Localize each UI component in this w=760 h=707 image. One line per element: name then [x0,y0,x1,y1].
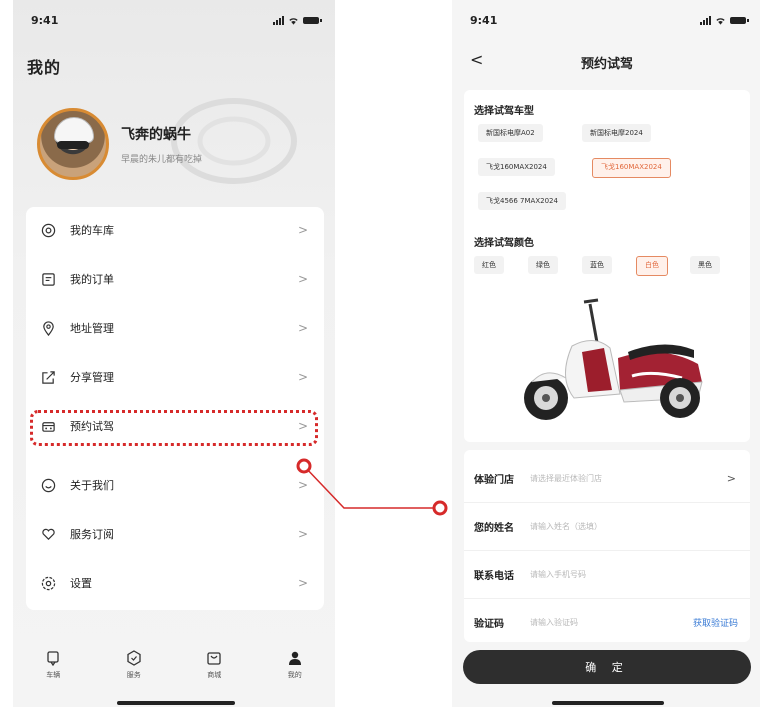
service-tab-icon [127,650,141,666]
avatar-helmet [54,117,94,143]
menu-item-service-subscription[interactable]: 服务订阅 > [26,511,324,557]
color-section-title: 选择试驾颜色 [474,238,534,249]
order-icon [40,271,56,287]
color-option[interactable]: 蓝色 [582,256,612,274]
menu-item-about[interactable]: 关于我们 > [26,462,324,508]
menu-item-label: 关于我们 [70,479,114,492]
tab-label: 我的 [287,671,302,679]
tab-label: 车辆 [46,671,61,679]
wifi-icon [289,17,298,25]
tab-bar: 车辆 服务 商城 我的 [13,640,335,700]
code-label: 验证码 [474,618,504,630]
menu-item-label: 分享管理 [70,371,114,384]
smile-icon [40,477,56,493]
chevron-right-icon: > [297,321,308,335]
signal-icon [700,15,711,25]
code-row: 验证码 请输入验证码 获取验证码 [464,598,750,646]
phone-input[interactable]: 请输入手机号码 [530,569,750,580]
chevron-right-icon: > [297,478,308,492]
nav-bar: < 预约试驾 [452,40,760,84]
model-option[interactable]: 飞戈160MAX2024 [478,158,555,176]
heart-icon [40,526,56,542]
status-time: 9:41 [470,13,498,27]
profile-screen: 9:41 我的 飞奔的蜗牛 早晨的朱儿都有吃掉 我的车库 > 我的订单 > 地址… [13,0,335,707]
wifi-icon [716,17,725,25]
home-indicator [117,701,235,705]
model-section-title: 选择试驾车型 [474,106,534,117]
menu-item-label: 地址管理 [70,322,114,335]
menu-item-address[interactable]: 地址管理 > [26,305,324,351]
submit-button[interactable]: 确 定 [463,650,751,684]
back-arrow-icon[interactable]: < [470,50,483,69]
status-time: 9:41 [31,13,59,27]
name-row: 您的姓名 请输入姓名（选填） [464,502,750,551]
color-option[interactable]: 黑色 [690,256,720,274]
menu-item-label: 服务订阅 [70,528,114,541]
get-code-button[interactable]: 获取验证码 [693,616,738,629]
color-option[interactable]: 绿色 [528,256,558,274]
status-icons [273,15,322,25]
user-subtitle: 早晨的朱儿都有吃掉 [121,155,203,165]
phone-row: 联系电话 请输入手机号码 [464,550,750,599]
page-title: 我的 [27,58,62,77]
test-drive-screen: 9:41 < 预约试驾 选择试驾车型 新国标电摩A02 新国标电摩2024 飞戈… [452,0,760,707]
color-option-selected[interactable]: 白色 [636,256,668,276]
test-drive-highlight [30,410,318,446]
chevron-right-icon: > [297,527,308,541]
profile-tab-icon [288,651,301,665]
model-option[interactable]: 新国标电摩A02 [478,124,543,142]
avatar[interactable] [37,108,109,180]
menu-item-label: 我的订单 [70,273,114,286]
status-bar: 9:41 [13,0,335,40]
page-title: 预约试驾 [580,56,633,72]
tab-shop[interactable]: 商城 [189,640,239,700]
signal-icon [273,15,284,25]
home-indicator [552,701,664,705]
bike-icon [40,222,56,238]
tab-label: 商城 [207,671,222,679]
menu-item-share[interactable]: 分享管理 > [26,354,324,400]
chevron-right-icon: > [297,272,308,286]
menu-item-orders[interactable]: 我的订单 > [26,256,324,302]
store-row[interactable]: 体验门店 请选择最近体验门店 > [464,454,750,503]
form-card: 体验门店 请选择最近体验门店 > 您的姓名 请输入姓名（选填） 联系电话 请输入… [464,450,750,642]
status-bar: 9:41 [452,0,760,40]
share-icon [40,369,56,385]
model-option[interactable]: 飞戈4566 7MAX2024 [478,192,566,210]
scooter-image [524,298,703,420]
store-label: 体验门店 [474,474,514,486]
battery-icon [303,16,322,24]
code-input[interactable]: 请输入验证码 [530,617,693,628]
settings-icon [40,575,56,591]
phone-label: 联系电话 [474,570,514,582]
chevron-right-icon: > [297,576,308,590]
model-option[interactable]: 新国标电摩2024 [582,124,651,142]
chevron-right-icon: > [297,370,308,384]
color-option[interactable]: 红色 [474,256,504,274]
avatar-glasses [57,141,89,149]
menu-item-label: 设置 [70,577,92,590]
selection-card: 选择试驾车型 新国标电摩A02 新国标电摩2024 飞戈160MAX2024 飞… [464,90,750,442]
store-placeholder: 请选择最近体验门店 [530,473,602,483]
model-option-selected[interactable]: 飞戈160MAX2024 [592,158,671,178]
car-tab-icon [47,651,59,666]
tab-label: 服务 [126,671,141,679]
status-icons [700,15,749,25]
chevron-right-icon: > [726,471,736,485]
user-name: 飞奔的蜗牛 [121,127,191,143]
name-input[interactable]: 请输入姓名（选填） [530,521,750,532]
battery-icon [730,16,749,24]
menu-item-settings[interactable]: 设置 > [26,560,324,606]
shop-tab-icon [207,652,221,665]
profile-menu: 我的车库 > 我的订单 > 地址管理 > 分享管理 > 预约试驾 > 关于我们 … [26,207,324,610]
tab-vehicle[interactable]: 车辆 [28,640,78,700]
menu-item-garage[interactable]: 我的车库 > [26,207,324,253]
name-label: 您的姓名 [474,522,514,534]
location-pin-icon [40,320,56,336]
tab-service[interactable]: 服务 [109,640,159,700]
chevron-right-icon: > [297,223,308,237]
tab-profile[interactable]: 我的 [270,640,320,700]
menu-item-label: 我的车库 [70,224,114,237]
